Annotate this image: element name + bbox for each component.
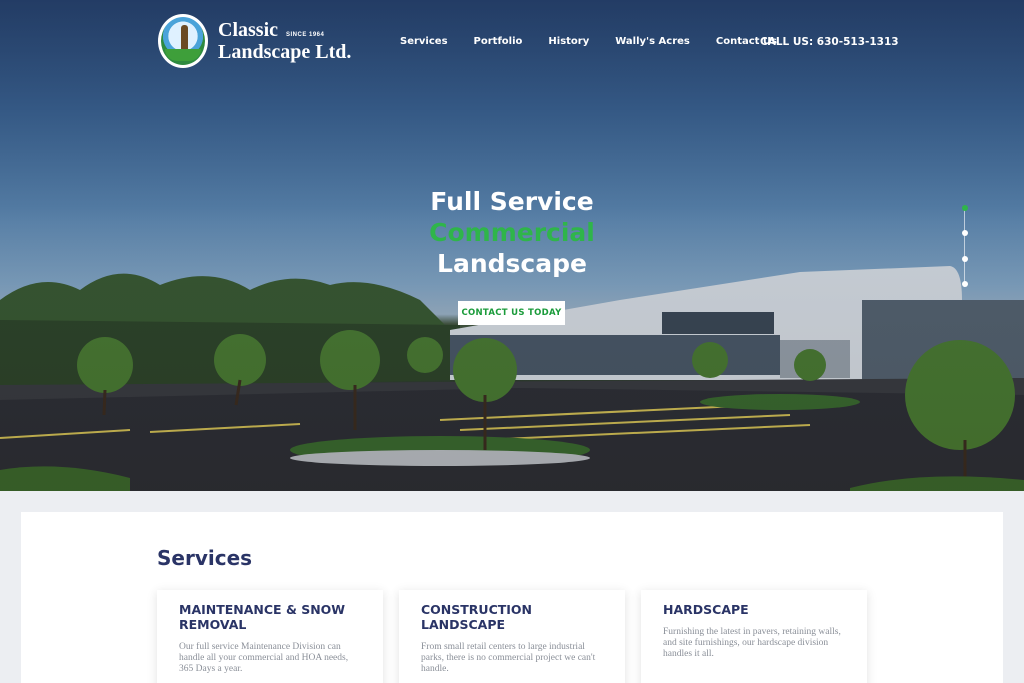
hero-line-1: Full Service	[430, 187, 594, 216]
main-nav: Services Portfolio History Wally's Acres…	[400, 36, 777, 47]
nav-history[interactable]: History	[548, 36, 589, 47]
hero-line-2: Commercial	[429, 218, 595, 247]
service-card-hardscape[interactable]: HARDSCAPE Furnishing the latest in paver…	[641, 590, 867, 683]
slider-track	[964, 209, 965, 287]
logo-line1: Classic	[218, 19, 278, 41]
logo-since: SINCE 1964	[286, 32, 325, 38]
slider-dot-4[interactable]	[962, 281, 968, 287]
nav-wallys-acres[interactable]: Wally's Acres	[615, 36, 690, 47]
service-card-title: CONSTRUCTION LANDSCAPE	[421, 602, 533, 632]
service-card-text: From small retail centers to large indus…	[421, 642, 596, 674]
logo-tree-emblem	[158, 14, 208, 68]
services-heading: Services	[157, 546, 253, 570]
contact-us-today-button[interactable]: CONTACT US TODAY	[458, 301, 565, 325]
service-card-title: MAINTENANCE & SNOW REMOVAL	[179, 602, 346, 632]
call-us-phone[interactable]: CALL US: 630-513-1313	[760, 36, 899, 48]
service-card-maintenance[interactable]: MAINTENANCE & SNOW REMOVAL Our full serv…	[157, 590, 383, 683]
hero-headline: Full Service Commercial Landscape	[0, 186, 1024, 279]
slider-dot-2[interactable]	[962, 230, 968, 236]
slider-dot-3[interactable]	[962, 256, 968, 262]
service-card-construction[interactable]: CONSTRUCTION LANDSCAPE From small retail…	[399, 590, 625, 683]
service-card-text: Our full service Maintenance Division ca…	[179, 642, 349, 674]
services-section: Services MAINTENANCE & SNOW REMOVAL Our …	[21, 512, 1003, 683]
logo-line2: Landscape Ltd.	[218, 41, 352, 63]
hero-section: Classic SINCE 1964 Landscape Ltd. Servic…	[0, 0, 1024, 491]
nav-portfolio[interactable]: Portfolio	[474, 36, 523, 47]
slider-pagination	[962, 205, 968, 287]
logo-wordmark: Classic SINCE 1964 Landscape Ltd.	[218, 19, 351, 63]
hero-line-3: Landscape	[437, 249, 587, 278]
brand-logo[interactable]: Classic SINCE 1964 Landscape Ltd.	[158, 14, 351, 68]
service-card-text: Furnishing the latest in pavers, retaini…	[663, 627, 841, 659]
slider-dot-1[interactable]	[962, 205, 968, 211]
service-card-title: HARDSCAPE	[663, 602, 749, 617]
nav-services[interactable]: Services	[400, 36, 448, 47]
